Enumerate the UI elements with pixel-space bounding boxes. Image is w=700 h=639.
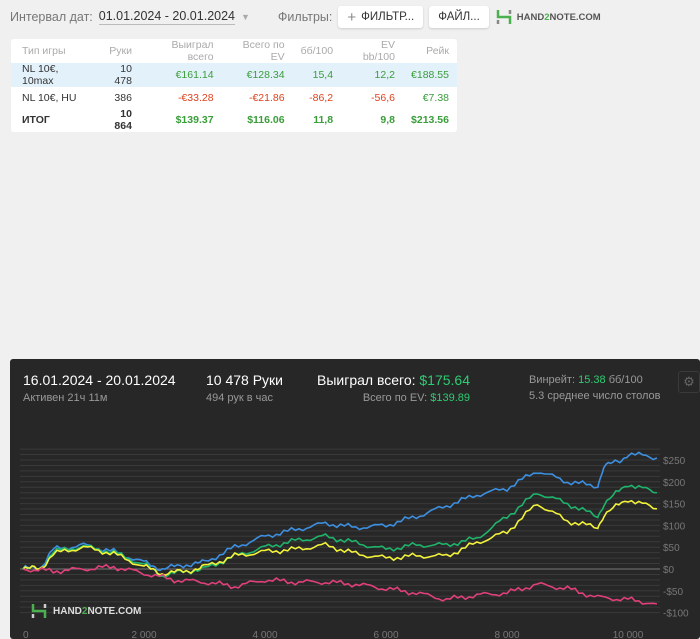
table-header: Тип игры Руки Выиграл всего Всего по EV … bbox=[11, 39, 457, 63]
cell: €161.14 bbox=[139, 63, 222, 87]
y-tick-label: $150 bbox=[663, 500, 686, 511]
col-ev[interactable]: Всего по EV bbox=[222, 39, 293, 63]
col-won[interactable]: Выиграл всего bbox=[140, 39, 222, 63]
col-game-type[interactable]: Тип игры bbox=[11, 39, 94, 63]
date-range-label: Интервал дат: bbox=[10, 10, 93, 24]
plus-icon: + bbox=[347, 8, 357, 26]
col-rake[interactable]: Рейк bbox=[403, 39, 457, 63]
file-button[interactable]: ФАЙЛ... bbox=[429, 6, 489, 28]
y-tick-label: $200 bbox=[663, 478, 686, 489]
cell: $213.56 bbox=[411, 114, 449, 126]
add-filter-label: ФИЛЬТР... bbox=[361, 11, 415, 23]
hand2note-logo: HAND2NOTE.COM bbox=[495, 8, 601, 26]
date-range-select[interactable]: 01.01.2024 - 20.01.2024 bbox=[98, 9, 235, 25]
y-tick-label: $50 bbox=[663, 543, 680, 554]
cell: -€33.28 bbox=[177, 91, 214, 104]
y-tick-label: -$100 bbox=[663, 609, 689, 620]
cell: €188.55 bbox=[402, 63, 457, 87]
logo-icon bbox=[496, 10, 512, 24]
cell: €7.38 bbox=[422, 91, 449, 104]
table-row[interactable]: NL 10€, 10max 10 478 €161.14 €128.34 15,4 12,… bbox=[11, 63, 457, 87]
y-tick-label: $250 bbox=[663, 456, 686, 467]
cell: NL 10€, 10max bbox=[11, 63, 94, 87]
cell: -56,6 bbox=[371, 91, 395, 104]
col-bb100[interactable]: бб/100 bbox=[293, 39, 341, 63]
cell: €128.34 bbox=[221, 63, 293, 87]
col-hands[interactable]: Руки bbox=[94, 39, 140, 63]
add-filter-button[interactable]: + ФИЛЬТР... bbox=[338, 6, 424, 28]
cell: $116.06 bbox=[247, 114, 285, 126]
y-tick-label: -$50 bbox=[663, 587, 683, 598]
cell: ИТОГ bbox=[22, 114, 50, 126]
table-total-row: ИТОГ 10 864 $139.37 $116.06 11,8 9,8 $213.56 bbox=[11, 108, 457, 132]
cell: 15,4 bbox=[292, 63, 342, 87]
cell: -€21.86 bbox=[248, 91, 285, 104]
series-line-pink bbox=[22, 563, 658, 605]
y-tick-label: $100 bbox=[663, 521, 686, 532]
cell: $139.37 bbox=[175, 114, 214, 126]
results-table: Тип игры Руки Выиграл всего Всего по EV … bbox=[11, 39, 457, 132]
cell: 12,2 bbox=[341, 63, 403, 87]
table-row[interactable]: NL 10€, HU 386 -€33.28 -€21.86 -86,2 -56,6 €7.… bbox=[11, 87, 457, 108]
bankroll-chart: $250 $200 $150 $100 $50 $0 -$50 -$100 0 2 000 4 00… bbox=[20, 448, 689, 639]
x-tick-label: 10 000 bbox=[613, 630, 644, 639]
chevron-down-icon[interactable]: ▼ bbox=[241, 12, 250, 22]
cell: 386 bbox=[114, 91, 132, 104]
y-tick-label: $0 bbox=[663, 565, 675, 576]
cell: 10 864 bbox=[114, 108, 132, 132]
x-tick-label: 8 000 bbox=[494, 630, 519, 639]
x-tick-label: 0 bbox=[23, 630, 29, 639]
cell: 11,8 bbox=[313, 114, 334, 126]
cell: NL 10€, HU bbox=[22, 91, 77, 104]
x-tick-label: 6 000 bbox=[373, 630, 398, 639]
x-tick-label: 2 000 bbox=[131, 630, 156, 639]
graph-panel: 16.01.2024 - 20.01.2024 Активен 21ч 11м … bbox=[10, 359, 700, 639]
x-tick-label: 4 000 bbox=[252, 630, 277, 639]
toolbar: Интервал дат: 01.01.2024 - 20.01.2024 ▼ … bbox=[10, 6, 700, 28]
filters-label: Фильтры: bbox=[277, 10, 333, 24]
col-ev-bb100[interactable]: EV bb/100 bbox=[341, 39, 403, 63]
logo-icon bbox=[31, 604, 47, 618]
cell: 10 478 bbox=[93, 63, 140, 87]
cell: -86,2 bbox=[309, 91, 334, 104]
chart-watermark-logo: HAND2NOTE.COM bbox=[30, 602, 141, 620]
cell: 9,8 bbox=[380, 114, 395, 126]
